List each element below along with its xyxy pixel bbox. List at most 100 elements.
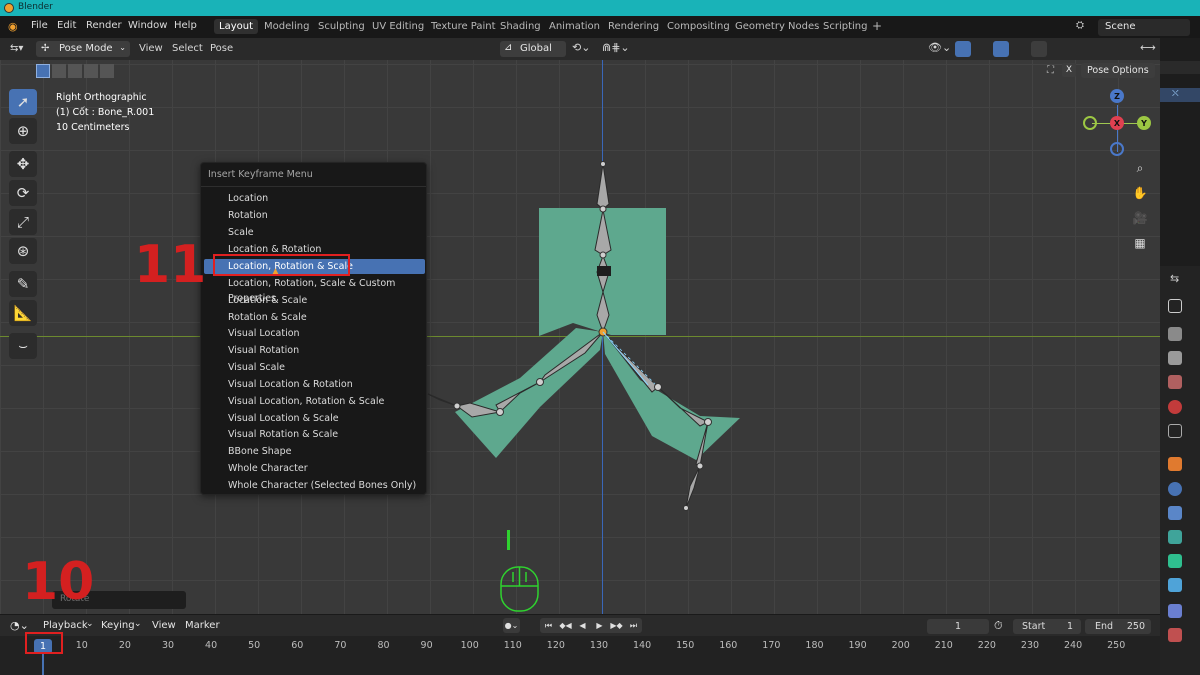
- highlight-box-frame: [25, 632, 63, 654]
- menu-window[interactable]: Window: [128, 20, 167, 31]
- frame-tick-label: 230: [1020, 640, 1040, 651]
- clock-icon[interactable]: ⏱: [994, 619, 1003, 633]
- tab-layout[interactable]: Layout: [214, 19, 258, 34]
- bone-widget: [597, 266, 611, 276]
- jump-keyframe-forward-button[interactable]: ▶◆: [608, 618, 625, 633]
- render-properties-icon[interactable]: [1168, 327, 1182, 341]
- frame-tick-label: 150: [676, 640, 695, 651]
- texture-properties-icon[interactable]: [1168, 628, 1182, 642]
- menu-item-location-scale[interactable]: Location & Scale: [204, 293, 425, 308]
- snap-icon[interactable]: ⋒⋕⌄: [602, 41, 630, 54]
- bone-properties-icon[interactable]: [1168, 578, 1182, 592]
- jump-keyframe-back-button[interactable]: ◆◀: [557, 618, 574, 633]
- physics-properties-icon[interactable]: [1168, 506, 1182, 520]
- add-workspace-button[interactable]: +: [867, 17, 887, 35]
- jump-end-button[interactable]: ⏭: [625, 618, 642, 633]
- orientation-label: Global: [520, 43, 552, 54]
- play-reverse-button[interactable]: ◀: [574, 618, 591, 633]
- orientation-selector[interactable]: ⊿ Global: [500, 41, 566, 57]
- tab-geometry-nodes[interactable]: Geometry Nodes: [730, 19, 824, 34]
- output-properties-icon[interactable]: [1168, 351, 1182, 365]
- menu-item-bbone-shape[interactable]: BBone Shape: [204, 444, 425, 459]
- menu-select[interactable]: Select: [172, 43, 203, 54]
- scene-selector[interactable]: Scene: [1098, 19, 1190, 36]
- object-properties-icon[interactable]: [1168, 457, 1182, 471]
- menu-item-whole-character[interactable]: Whole Character: [204, 461, 425, 476]
- jump-start-button[interactable]: ⏮: [540, 618, 557, 633]
- tab-rendering[interactable]: Rendering: [603, 19, 664, 34]
- start-value: 1: [1066, 621, 1073, 632]
- menu-playback[interactable]: Playback: [43, 620, 88, 631]
- scene-icon[interactable]: ⛭: [1076, 20, 1084, 31]
- chevron-down-icon: ⌄: [134, 619, 142, 629]
- end-value: 250: [1126, 621, 1145, 632]
- gizmo-toggle-icon[interactable]: [955, 41, 971, 57]
- record-button[interactable]: ●⌄: [503, 618, 520, 633]
- menu-pose[interactable]: Pose: [210, 43, 233, 54]
- menu-item-loc-rot-scale-custom[interactable]: Location, Rotation, Scale & Custom Prope…: [204, 276, 425, 304]
- menu-item-location[interactable]: Location: [204, 191, 425, 206]
- start-frame-field[interactable]: Start 1: [1013, 619, 1081, 634]
- menu-item-rotation[interactable]: Rotation: [204, 208, 425, 223]
- end-frame-field[interactable]: End 250: [1085, 619, 1151, 634]
- visibility-icon[interactable]: 👁⌄: [928, 41, 951, 54]
- timeline-editor-icon[interactable]: ◔⌄: [10, 619, 29, 632]
- timeline-body[interactable]: 10 20 30 40 50 60 70 80 90 100 110 120 130 140 150 160 1…: [0, 636, 1160, 675]
- menu-item-visual-rotation-scale[interactable]: Visual Rotation & Scale: [204, 427, 425, 442]
- view-layer-icon[interactable]: [1168, 375, 1182, 389]
- frame-tick-label: 90: [420, 640, 433, 651]
- menu-item-visual-location-scale[interactable]: Visual Location & Scale: [204, 411, 425, 426]
- menu-item-visual-location-rotation[interactable]: Visual Location & Rotation: [204, 377, 425, 392]
- tab-shading[interactable]: Shading: [495, 19, 546, 34]
- outliner-panel: ⛌: [1160, 38, 1200, 266]
- play-button[interactable]: ▶: [591, 618, 608, 633]
- tab-sculpting[interactable]: Sculpting: [313, 19, 370, 34]
- menu-edit[interactable]: Edit: [57, 20, 76, 31]
- editor-type-icon[interactable]: ⇆▾: [10, 43, 23, 54]
- menu-item-whole-character-selected[interactable]: Whole Character (Selected Bones Only): [204, 478, 425, 493]
- menu-item-visual-scale[interactable]: Visual Scale: [204, 360, 425, 375]
- world-properties-icon[interactable]: [1168, 424, 1182, 438]
- frame-tick-label: 80: [377, 640, 390, 651]
- armature-data-icon[interactable]: [1168, 554, 1182, 568]
- frame-tick-label: 100: [460, 640, 479, 651]
- viewport-header: ⇆▾ ✢ Pose Mode ⌄ View Select Pose ⊿ Glob…: [0, 38, 1160, 92]
- menu-keying[interactable]: Keying: [101, 620, 135, 631]
- blender-menu-icon[interactable]: ◉: [8, 20, 18, 33]
- top-menu-bar: ◉ File Edit Render Window Help Layout Mo…: [0, 16, 1200, 38]
- tab-scripting[interactable]: Scripting: [818, 19, 872, 34]
- menu-item-rotation-scale[interactable]: Rotation & Scale: [204, 310, 425, 325]
- menu-item-visual-location[interactable]: Visual Location: [204, 326, 425, 341]
- menu-item-visual-rotation[interactable]: Visual Rotation: [204, 343, 425, 358]
- menu-view[interactable]: View: [152, 620, 176, 631]
- tab-animation[interactable]: Animation: [544, 19, 605, 34]
- mode-selector[interactable]: ✢ Pose Mode ⌄: [36, 41, 130, 57]
- current-frame-field[interactable]: 1: [927, 619, 989, 634]
- tab-modeling[interactable]: Modeling: [259, 19, 315, 34]
- armature-icon[interactable]: ⛌: [1172, 89, 1179, 99]
- menu-help[interactable]: Help: [174, 20, 197, 31]
- frame-tick-label: 60: [291, 640, 304, 651]
- menu-render[interactable]: Render: [86, 20, 122, 31]
- bone-constraint-icon[interactable]: [1168, 604, 1182, 618]
- menu-item-visual-location-rotation-scale[interactable]: Visual Location, Rotation & Scale: [204, 394, 425, 409]
- tab-uv-editing[interactable]: UV Editing: [367, 19, 429, 34]
- xray-icon[interactable]: [1031, 41, 1047, 57]
- modifier-properties-icon[interactable]: [1168, 482, 1182, 496]
- expand-icon[interactable]: ⟷: [1140, 41, 1156, 54]
- tab-texture-paint[interactable]: Texture Paint: [426, 19, 501, 34]
- 3d-viewport[interactable]: Right Orthographic (1) Cốt : Bone_R.001 …: [0, 60, 1160, 614]
- tool-properties-icon[interactable]: [1168, 299, 1182, 313]
- properties-editor-icon[interactable]: ⇆: [1170, 272, 1179, 285]
- pivot-icon[interactable]: ⟲⌄: [572, 41, 590, 54]
- frame-tick-label: 130: [589, 640, 609, 651]
- mouse-icon: [500, 566, 539, 612]
- menu-file[interactable]: File: [31, 20, 48, 31]
- tab-compositing[interactable]: Compositing: [662, 19, 735, 34]
- menu-view[interactable]: View: [139, 43, 163, 54]
- scene-properties-icon[interactable]: [1168, 400, 1182, 414]
- constraint-properties-icon[interactable]: [1168, 530, 1182, 544]
- menu-marker[interactable]: Marker: [185, 620, 220, 631]
- overlay-toggle-icon[interactable]: [993, 41, 1009, 57]
- menu-item-scale[interactable]: Scale: [204, 225, 425, 240]
